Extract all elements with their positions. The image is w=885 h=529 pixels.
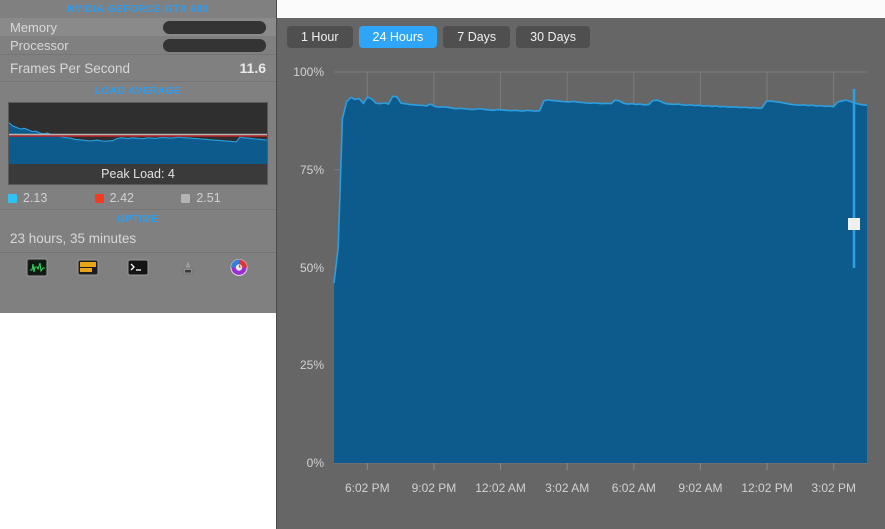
uptime-title: UPTIME — [117, 214, 159, 225]
window-titlebar — [277, 0, 885, 18]
legend-value-1min: 2.13 — [23, 191, 48, 205]
load-average-legend: 2.13 2.42 2.51 — [0, 187, 276, 209]
load-average-graph: Peak Load: 4 — [8, 102, 268, 185]
x-axis-tick-6: 12:02 PM — [741, 481, 793, 495]
chart-window: 1 Hour 24 Hours 7 Days 30 Days 100% 75% 50… — [276, 0, 885, 529]
x-axis-tick-4: 6:02 AM — [611, 481, 656, 495]
system-monitor-widget: NVIDIA GEFORCE GTX 680 Memory Processor … — [0, 0, 276, 313]
tab-7-days[interactable]: 7 Days — [443, 26, 511, 48]
legend-swatch-15min — [181, 193, 191, 203]
x-axis-tick-0: 6:02 PM — [344, 481, 390, 495]
y-axis-tick-75: 75% — [299, 162, 324, 177]
processor-label: Processor — [10, 37, 69, 53]
time-range-tabs: 1 Hour 24 Hours 7 Days 30 Days — [277, 18, 885, 56]
activity-monitor-icon[interactable] — [26, 258, 48, 277]
memory-meter-row: Memory — [0, 18, 276, 36]
memory-label: Memory — [10, 19, 57, 35]
y-axis-tick-50: 50% — [299, 260, 324, 275]
fps-label: Frames Per Second — [10, 60, 131, 76]
x-axis-tick-2: 12:02 AM — [475, 481, 526, 495]
y-axis-tick-100: 100% — [293, 65, 324, 79]
x-axis-tick-3: 3:02 AM — [545, 481, 590, 495]
fps-value: 11.6 — [239, 60, 266, 76]
usage-chart[interactable]: 100% 75% 50% 25% 0% 6:02 PM 9:02 PM 12:02 AM 3:… — [277, 56, 885, 526]
load-average-title: LOAD AVERAGE — [94, 86, 182, 97]
legend-item-15min: 2.51 — [181, 191, 268, 205]
chart-cursor-handle — [848, 218, 860, 230]
usage-chart-svg — [333, 71, 868, 470]
y-axis-tick-0: 0% — [306, 456, 324, 470]
screen-root: NVIDIA GEFORCE GTX 680 Memory Processor … — [0, 0, 885, 529]
warning-alert-icon[interactable] — [77, 258, 99, 277]
legend-item-1min: 2.13 — [8, 191, 95, 205]
terminal-icon[interactable] — [127, 258, 149, 277]
gpu-section-title: NVIDIA GEFORCE GTX 680 — [67, 4, 209, 15]
legend-swatch-5min — [94, 193, 104, 203]
y-axis-tick-25: 25% — [299, 358, 324, 373]
console-icon[interactable] — [177, 258, 199, 277]
processor-meter-row: Processor — [0, 36, 276, 54]
fps-row: Frames Per Second 11.6 — [0, 55, 276, 81]
x-axis-tick-5: 9:02 AM — [678, 481, 723, 495]
tab-30-days[interactable]: 30 Days — [516, 26, 591, 48]
peak-load-label: Peak Load: 4 — [9, 164, 267, 184]
tab-1-hour[interactable]: 1 Hour — [287, 26, 353, 48]
legend-item-5min: 2.42 — [94, 191, 182, 205]
tab-24-hours[interactable]: 24 Hours — [358, 26, 438, 48]
processor-meter-track — [163, 38, 266, 52]
x-axis-tick-7: 3:02 PM — [811, 481, 857, 495]
widget-dock — [0, 252, 276, 282]
legend-value-5min: 2.42 — [109, 191, 134, 205]
x-axis-tick-1: 9:02 PM — [411, 481, 457, 495]
memory-meter-track — [163, 20, 266, 34]
disk-utility-icon[interactable] — [228, 258, 250, 277]
legend-swatch-1min — [8, 193, 17, 203]
legend-value-15min: 2.51 — [196, 191, 221, 205]
uptime-value: 23 hours, 35 minutes — [10, 231, 137, 246]
